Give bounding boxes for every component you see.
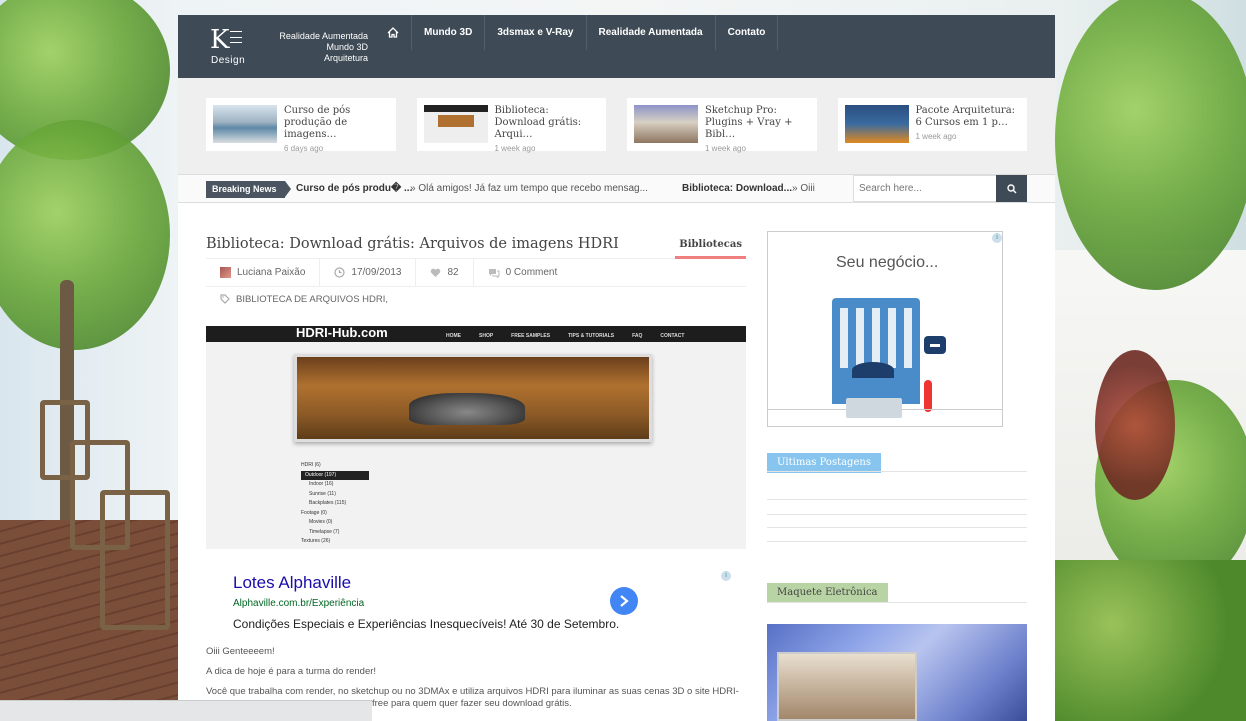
hdri-slide xyxy=(294,354,652,442)
post-thumbnail[interactable] xyxy=(634,105,698,143)
post-date: 17/09/2013 xyxy=(320,258,417,287)
home-icon xyxy=(387,27,399,38)
adchoices-icon[interactable]: i xyxy=(721,571,731,581)
post-thumbnail[interactable] xyxy=(844,105,909,143)
adchoices-icon[interactable]: i xyxy=(992,233,1002,243)
ticker-item[interactable]: Biblioteca: Download... xyxy=(682,183,792,194)
featured-posts: Curso de pós produção de imagens… 6 days … xyxy=(178,78,1055,174)
hdri-nav: HOME SHOP FREE SAMPLES TIPS & TUTORIALS … xyxy=(446,333,685,339)
post-category[interactable]: Bibliotecas xyxy=(675,231,746,259)
post-content: Biblioteca: Download grátis: Arquivos de… xyxy=(206,231,746,311)
featured-post[interactable]: Sketchup Pro: Plugins + Vray + Bibl… 1 we… xyxy=(627,98,817,153)
chevron-right-icon xyxy=(620,595,629,607)
browser-status-bar xyxy=(0,700,372,721)
main-nav: Mundo 3D 3dsmax e V-Ray Realidade Aument… xyxy=(375,15,779,50)
post-thumbnail[interactable] xyxy=(213,105,277,143)
site-tagline: Realidade Aumentada Mundo 3D Arquitetura xyxy=(279,31,368,63)
ad-arrow-button[interactable] xyxy=(610,587,638,615)
search-icon xyxy=(1006,183,1016,193)
sidebar-ad-text: Seu negócio... xyxy=(836,254,939,271)
ticker-item[interactable]: Curso de pós produ� ... xyxy=(296,183,412,194)
search-form xyxy=(853,175,1027,202)
widget-title-maquete-eletronica: Maquete Eletrônica xyxy=(767,583,888,603)
ticker-excerpt: » Oiii xyxy=(792,183,815,194)
clock-icon xyxy=(334,267,345,278)
bed-icon: ▬ xyxy=(924,336,946,354)
heart-icon xyxy=(431,268,441,277)
comment-icon xyxy=(488,268,500,278)
nav-realidade-aumentada[interactable]: Realidade Aumentada xyxy=(587,15,716,50)
website: K Design Realidade Aumentada Mundo 3D Ar… xyxy=(178,15,1055,721)
post-comments[interactable]: 0 Comment xyxy=(474,259,572,287)
car-image xyxy=(409,393,525,425)
breaking-news-ticker: Breaking News Curso de pós produ� ... » … xyxy=(178,174,1055,203)
hotel-illustration xyxy=(832,298,920,404)
ad-url[interactable]: Alphaville.com.br/Experiência xyxy=(233,598,364,609)
nav-mundo-3d[interactable]: Mundo 3D xyxy=(412,15,486,50)
hdri-category-list: HDRI (6) Outdoor (197) Indoor (16) Sunri… xyxy=(301,461,369,547)
site-logo[interactable]: K Design xyxy=(208,25,248,69)
hdri-site-name: HDRI-Hub.com xyxy=(296,326,388,340)
ticker-excerpt: » Olá amigos! Já faz um tempo que recebo… xyxy=(410,183,648,194)
post-tags: BIBLIOTECA DE ARQUIVOS HDRI, xyxy=(206,287,746,311)
nav-home[interactable] xyxy=(375,15,412,50)
site-header: K Design Realidade Aumentada Mundo 3D Ar… xyxy=(178,15,1055,78)
text-ad[interactable]: i Lotes Alphaville Alphaville.com.br/Exp… xyxy=(206,567,746,637)
featured-post[interactable]: Pacote Arquitetura: 6 Cursos em 1 p… 1 we… xyxy=(837,98,1027,151)
nav-3dsmax-vray[interactable]: 3dsmax e V-Ray xyxy=(485,15,587,50)
post-title[interactable]: Biblioteca: Download grátis: Arquivos de… xyxy=(206,236,619,252)
author-avatar xyxy=(220,267,231,278)
post-thumbnail[interactable] xyxy=(423,105,488,143)
post-meta: Luciana Paixão 17/09/2013 82 0 Comment xyxy=(206,258,746,287)
sidebar-ad[interactable]: i Seu negócio... ▬ xyxy=(767,231,1003,427)
post-likes[interactable]: 82 xyxy=(416,258,474,287)
background-scene-right xyxy=(1055,0,1246,721)
ad-description: Condições Especiais e Experiências Inesq… xyxy=(233,617,620,631)
breaking-news-label: Breaking News xyxy=(206,181,291,198)
widget-title-ultimas-postagens: Ultimas Postagens xyxy=(767,453,881,473)
post-author[interactable]: Luciana Paixão xyxy=(206,258,321,287)
nav-contato[interactable]: Contato xyxy=(716,15,779,50)
tag-icon xyxy=(220,294,230,304)
search-button[interactable] xyxy=(996,175,1027,202)
featured-post[interactable]: Biblioteca: Download grátis: Arqui… 1 wee… xyxy=(416,98,606,153)
maquete-image[interactable] xyxy=(767,624,1027,721)
search-input[interactable] xyxy=(853,175,996,202)
featured-post[interactable]: Curso de pós produção de imagens… 6 days … xyxy=(206,98,396,153)
background-scene-left xyxy=(0,0,178,721)
ad-title[interactable]: Lotes Alphaville xyxy=(233,573,351,593)
post-featured-image[interactable]: HDRI-Hub.com HOME SHOP FREE SAMPLES TIPS… xyxy=(206,326,746,549)
